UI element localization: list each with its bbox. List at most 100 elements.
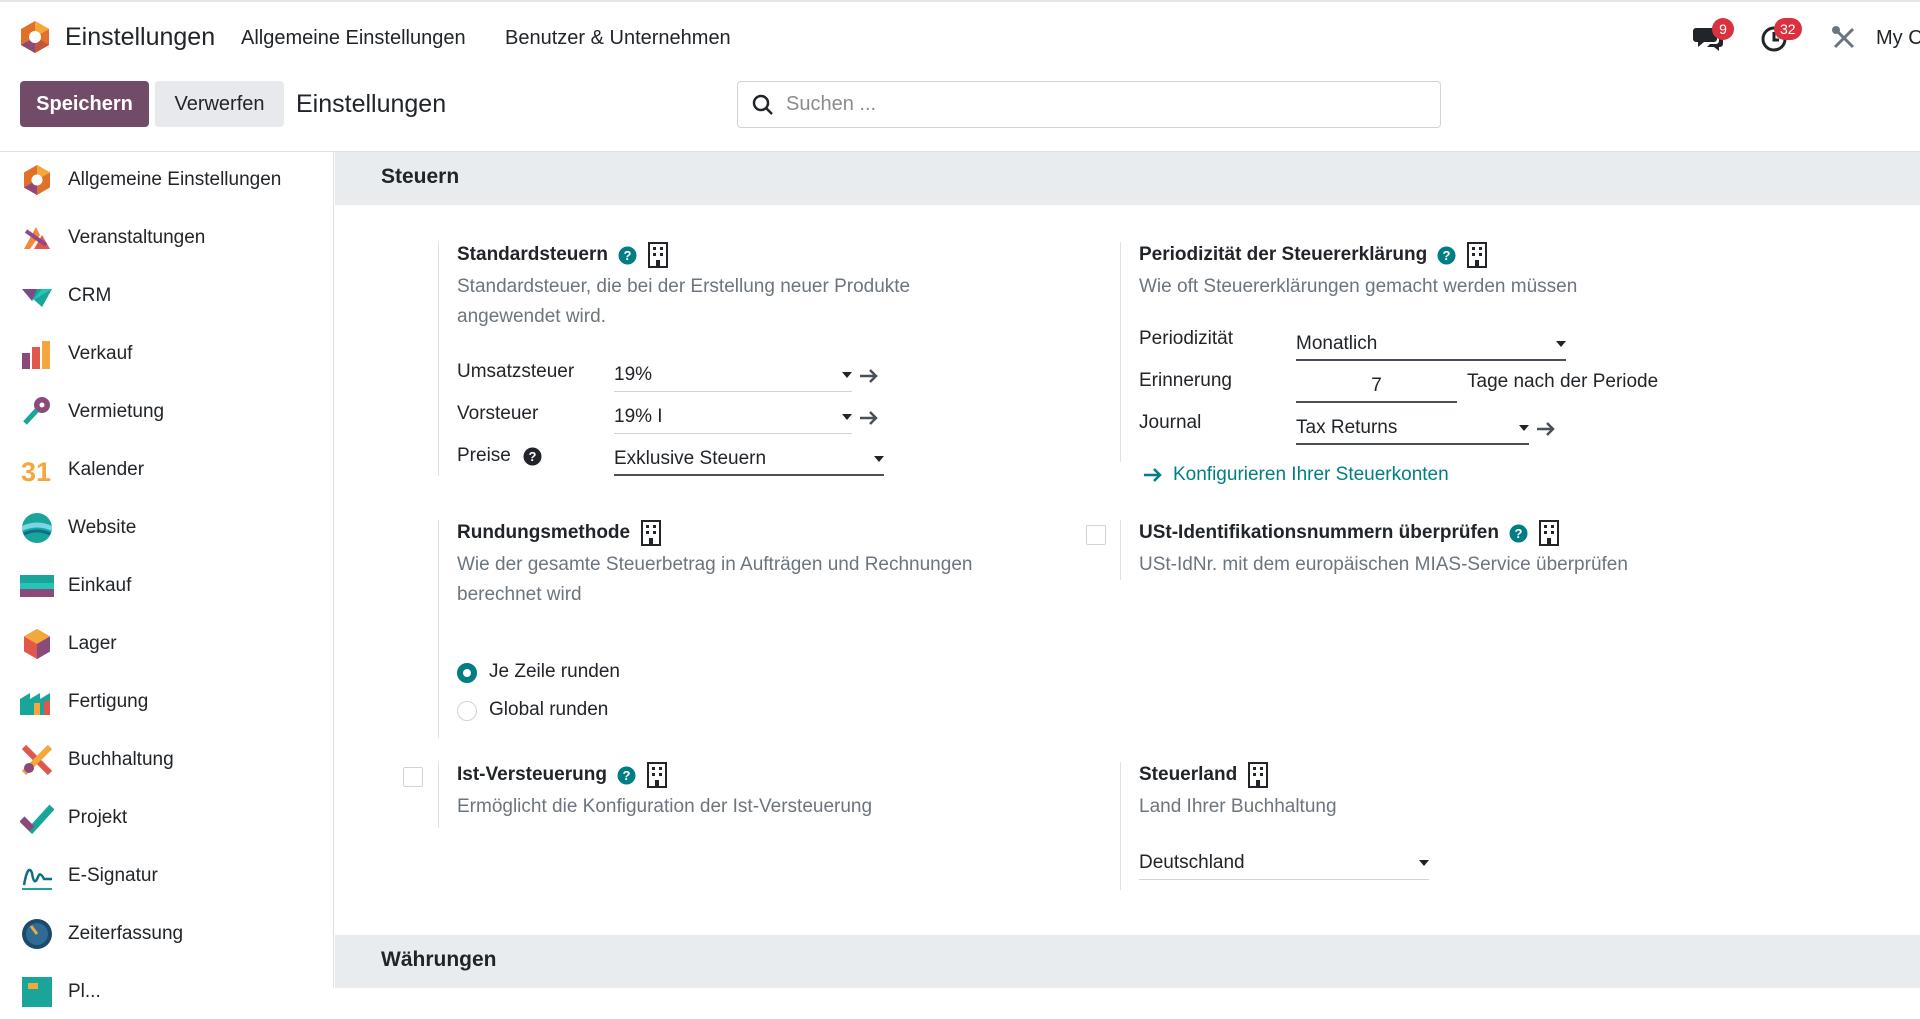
help-icon[interactable]: ?	[618, 246, 637, 265]
prices-select[interactable]: Exklusive Steuern	[614, 444, 884, 476]
timesheet-app-icon	[22, 919, 52, 949]
sidebar-item-project[interactable]: Projekt	[0, 791, 333, 845]
fiscal-country-select[interactable]: Deutschland	[1139, 848, 1429, 880]
vat-check-checkbox[interactable]	[1086, 525, 1106, 545]
calendar-app-icon: 31	[21, 457, 51, 487]
svg-text:?: ?	[528, 449, 536, 464]
arrow-right-icon[interactable]	[1536, 421, 1556, 437]
sidebar-label: Pl...	[68, 981, 101, 1002]
setting-rounding-method: Rundungsmethode Wie der gesamte Steuerbe…	[438, 520, 1038, 738]
setting-description: Land Ihrer Buchhaltung	[1139, 796, 1337, 817]
sidebar-label: Allgemeine Einstellungen	[68, 169, 282, 190]
reminder-label: Erinnerung	[1139, 370, 1232, 391]
svg-text:?: ?	[1514, 526, 1522, 541]
round-per-line-radio[interactable]	[457, 663, 477, 683]
section-title: Steuern	[381, 165, 460, 188]
caret-down-icon	[874, 456, 884, 462]
manufacturing-app-icon	[20, 693, 50, 715]
help-icon[interactable]: ?	[617, 766, 636, 785]
arrow-right-icon	[1144, 468, 1162, 482]
crm-app-icon	[22, 289, 52, 307]
sidebar-item-accounting[interactable]: Buchhaltung	[0, 733, 333, 787]
sales-tax-label: Umsatzsteuer	[457, 361, 575, 382]
purchase-tax-select[interactable]: 19% I	[614, 402, 852, 434]
journal-label: Journal	[1139, 412, 1202, 433]
configure-tax-accounts-link[interactable]: Konfigurieren Ihrer Steuerkonten	[1143, 464, 1449, 486]
tools-icon[interactable]	[1828, 22, 1860, 54]
sidebar-label: Verkauf	[68, 343, 133, 364]
help-icon[interactable]: ?	[1509, 524, 1528, 543]
sidebar-item-calendar[interactable]: 31 Kalender	[0, 443, 333, 497]
caret-down-icon	[1556, 341, 1566, 347]
accounting-app-icon	[21, 744, 53, 776]
sales-app-icon	[22, 341, 50, 369]
setting-title: Periodizität der Steuererklärung	[1139, 244, 1428, 265]
cash-basis-checkbox[interactable]	[403, 767, 423, 787]
setting-title: Steuerland	[1139, 764, 1238, 785]
activities-badge: 32	[1774, 18, 1802, 40]
setting-default-taxes: Standardsteuern ? Standardsteuer, die be…	[438, 242, 938, 476]
help-icon[interactable]: ?	[523, 447, 542, 466]
arrow-right-icon[interactable]	[859, 410, 879, 426]
company-building-icon	[1248, 762, 1269, 788]
sidebar-item-website[interactable]: Website	[0, 501, 333, 555]
purchase-tax-value: 19% I	[614, 406, 663, 427]
planning-app-icon	[22, 977, 52, 1007]
round-per-line-label[interactable]: Je Zeile runden	[489, 661, 620, 683]
sidebar-item-sign[interactable]: E-Signatur	[0, 849, 333, 903]
setting-description: USt-IdNr. mit dem europäischen MIAS-Serv…	[1139, 554, 1628, 575]
menu-general-settings[interactable]: Allgemeine Einstellungen	[241, 27, 466, 50]
sidebar-item-purchase[interactable]: Einkauf	[0, 559, 333, 613]
save-button[interactable]: Speichern	[20, 81, 149, 127]
prices-label-row: Preise ?	[457, 445, 542, 467]
round-globally-radio[interactable]	[457, 701, 477, 721]
app-title[interactable]: Einstellungen	[65, 23, 215, 52]
inventory-app-icon	[24, 629, 50, 659]
sidebar-item-planning[interactable]: Pl...	[0, 965, 333, 1019]
search-bar[interactable]	[737, 81, 1441, 128]
company-switcher[interactable]: My C	[1876, 27, 1920, 50]
menu-users-companies[interactable]: Benutzer & Unternehmen	[505, 27, 731, 50]
sidebar-label: Einkauf	[68, 575, 132, 596]
section-header-currencies: Währungen	[335, 935, 1920, 988]
company-building-icon	[1467, 242, 1488, 268]
sidebar-item-sales[interactable]: Verkauf	[0, 327, 333, 381]
sidebar-item-crm[interactable]: CRM	[0, 269, 333, 323]
caret-down-icon	[842, 372, 852, 378]
journal-value: Tax Returns	[1296, 417, 1398, 438]
periodicity-value: Monatlich	[1296, 333, 1378, 354]
sidebar-item-general[interactable]: Allgemeine Einstellungen	[0, 153, 333, 207]
setting-description: Wie oft Steuererklärungen gemacht werden…	[1139, 276, 1578, 297]
setting-fiscal-country: Steuerland Land Ihrer Buchhaltung Deutsc…	[1120, 762, 1740, 890]
setting-title: Rundungsmethode	[457, 522, 631, 543]
settings-app-icon[interactable]	[18, 20, 52, 54]
prices-value: Exklusive Steuern	[614, 448, 767, 469]
sidebar-label: Buchhaltung	[68, 749, 174, 770]
reminder-days-input[interactable]: 7	[1296, 371, 1457, 403]
section-header-taxes: Steuern	[335, 152, 1920, 205]
caret-down-icon	[842, 414, 852, 420]
sign-app-icon	[22, 868, 52, 890]
sidebar-item-timesheet[interactable]: Zeiterfassung	[0, 907, 333, 961]
sidebar-label: Website	[68, 517, 137, 538]
journal-select[interactable]: Tax Returns	[1296, 413, 1529, 445]
sales-tax-select[interactable]: 19%	[614, 360, 852, 392]
caret-down-icon	[1419, 860, 1429, 866]
sidebar-label: E-Signatur	[68, 865, 158, 886]
fiscal-country-value: Deutschland	[1139, 852, 1245, 873]
sidebar-item-inventory[interactable]: Lager	[0, 617, 333, 671]
discard-button[interactable]: Verwerfen	[155, 81, 284, 127]
sidebar-item-events[interactable]: Veranstaltungen	[0, 211, 333, 265]
periodicity-select[interactable]: Monatlich	[1296, 329, 1566, 361]
help-icon[interactable]: ?	[1437, 246, 1456, 265]
round-globally-label[interactable]: Global runden	[489, 699, 608, 721]
periodicity-label: Periodizität	[1139, 328, 1233, 349]
arrow-right-icon[interactable]	[859, 368, 879, 384]
project-app-icon	[20, 804, 54, 835]
search-input[interactable]	[786, 93, 1426, 116]
search-icon	[752, 94, 773, 115]
link-label: Konfigurieren Ihrer Steuerkonten	[1173, 464, 1449, 485]
setting-description: Wie der gesamte Steuerbetrag in Aufträge…	[457, 554, 973, 575]
sidebar-item-manufacturing[interactable]: Fertigung	[0, 675, 333, 729]
sidebar-item-rental[interactable]: Vermietung	[0, 385, 333, 439]
